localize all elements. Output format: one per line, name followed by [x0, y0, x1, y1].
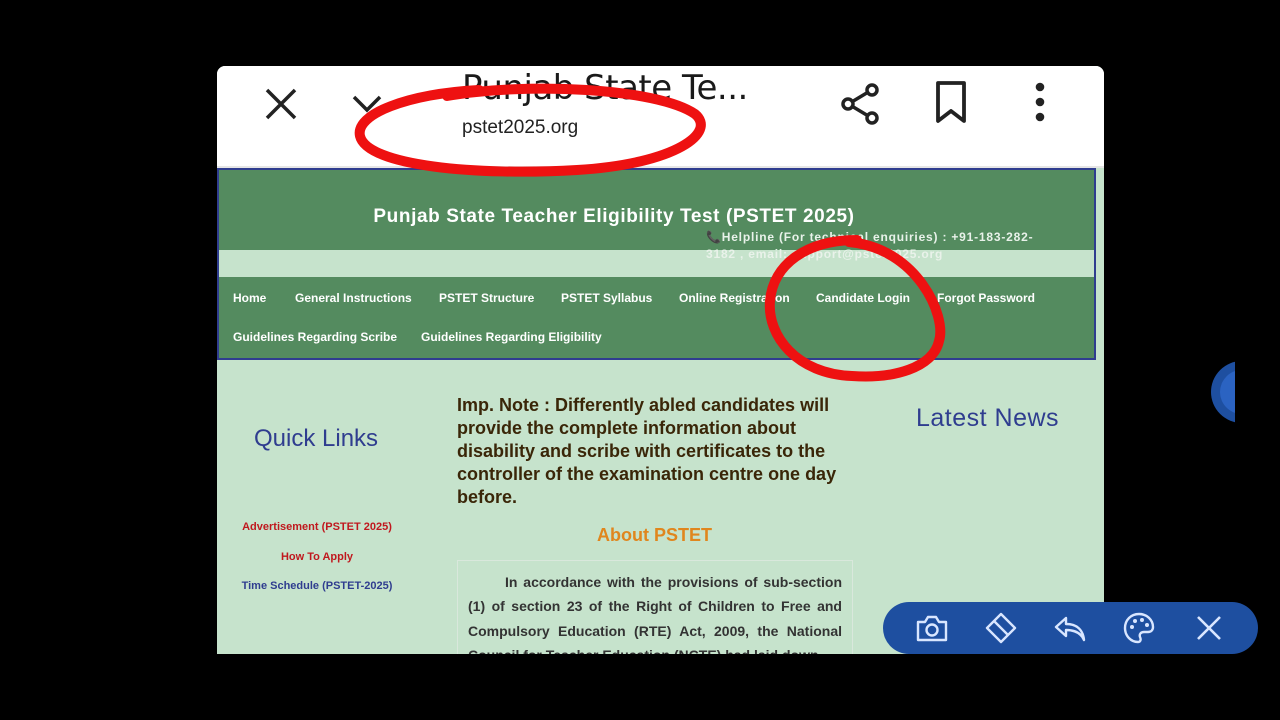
browser-topbar: Punjab State Te... pstet2025.org — [217, 66, 1104, 168]
eraser-icon[interactable] — [983, 610, 1019, 646]
site-header: Punjab State Teacher Eligibility Test (P… — [217, 168, 1096, 360]
page-title: Punjab State Te... — [462, 68, 748, 108]
phone-screen: Punjab State Te... pstet2025.org Punjab … — [217, 66, 1104, 654]
about-box: In accordance with the provisions of sub… — [457, 560, 853, 654]
nav-candidate-login[interactable]: Candidate Login — [816, 291, 910, 305]
nav-general-instructions[interactable]: General Instructions — [295, 291, 412, 305]
url-text[interactable]: pstet2025.org — [462, 117, 578, 139]
nav-online-registration[interactable]: Online Registration — [679, 291, 790, 305]
site-title: Punjab State Teacher Eligibility Test (P… — [373, 206, 855, 227]
bookmark-icon[interactable] — [929, 80, 973, 124]
recorder-toolbar — [883, 602, 1258, 654]
main-nav: Home General Instructions PSTET Structur… — [219, 277, 1094, 358]
quick-links-title: Quick Links — [254, 425, 379, 452]
latest-news-title: Latest News — [916, 404, 1060, 432]
nav-pstet-syllabus[interactable]: PSTET Syllabus — [561, 291, 652, 305]
nav-forgot-password[interactable]: Forgot Password — [937, 291, 1035, 305]
close-toolbar-icon[interactable] — [1191, 610, 1227, 646]
helpline-text: 📞Helpline (For technical enquiries) : +9… — [706, 230, 1034, 261]
undo-icon[interactable] — [1052, 610, 1088, 646]
about-title: About PSTET — [597, 525, 712, 545]
more-vert-icon[interactable] — [1025, 80, 1055, 124]
quick-link-how-to-apply[interactable]: How To Apply — [217, 551, 417, 563]
nav-guidelines-eligibility[interactable]: Guidelines Regarding Eligibility — [421, 330, 602, 344]
about-text: In accordance with the provisions of sub… — [468, 574, 842, 654]
chevron-down-icon[interactable] — [347, 84, 387, 124]
nav-pstet-structure[interactable]: PSTET Structure — [439, 291, 534, 305]
share-icon[interactable] — [837, 80, 885, 128]
nav-home[interactable]: Home — [233, 291, 266, 305]
close-icon[interactable] — [261, 84, 301, 124]
nav-guidelines-scribe[interactable]: Guidelines Regarding Scribe — [233, 330, 397, 344]
important-note: Imp. Note : Differently abled candidates… — [457, 395, 837, 507]
palette-icon[interactable] — [1121, 610, 1157, 646]
camera-icon[interactable] — [914, 610, 950, 646]
quick-link-time-schedule[interactable]: Time Schedule (PSTET-2025) — [217, 580, 417, 592]
quick-link-advertisement[interactable]: Advertisement (PSTET 2025) — [217, 521, 417, 533]
floating-bubble[interactable] — [1210, 360, 1235, 424]
